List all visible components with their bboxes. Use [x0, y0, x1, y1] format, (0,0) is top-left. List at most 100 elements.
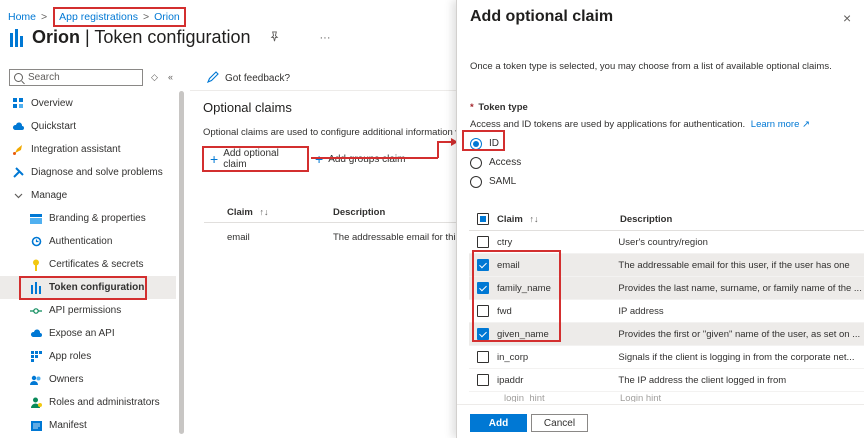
- column-header-claim[interactable]: Claim ↑↓: [227, 207, 269, 218]
- sidebar-item-label: Branding & properties: [49, 213, 146, 224]
- sort-icon: ↑↓: [259, 207, 269, 217]
- sidebar-nav: Overview Quickstart Integration assistan…: [0, 92, 176, 437]
- sidebar-item-expose-api[interactable]: Expose an API: [0, 322, 176, 345]
- breadcrumb: Home > App registrations > Orion: [8, 7, 186, 27]
- row-checkbox[interactable]: [477, 351, 489, 363]
- page-title-row: Orion | Token configuration ···: [10, 27, 331, 48]
- column-header-description: Description: [333, 207, 386, 218]
- search-placeholder: Search: [28, 72, 60, 83]
- sidebar-group-manage[interactable]: Manage: [0, 184, 176, 207]
- claim-name: login_hint: [504, 393, 545, 402]
- sidebar-item-quickstart[interactable]: Quickstart: [0, 115, 176, 138]
- sidebar-item-certificates[interactable]: Certificates & secrets: [0, 253, 176, 276]
- breadcrumb-separator: >: [41, 11, 48, 23]
- sidebar-item-roles-admins[interactable]: Roles and administrators: [0, 391, 176, 414]
- settings-icon[interactable]: ◇: [151, 72, 158, 83]
- claim-description: Provides the last name, surname, or fami…: [618, 282, 862, 294]
- selected-claims-highlight: [472, 250, 561, 342]
- cloud-icon: [12, 121, 24, 133]
- claim-description: Login hint: [620, 393, 662, 402]
- page-title-divider: |: [85, 27, 90, 47]
- column-header-claim[interactable]: Claim ↑↓: [497, 214, 612, 225]
- learn-more-label: Learn more: [750, 119, 800, 130]
- plus-icon: +: [315, 151, 324, 167]
- refresh-icon: [30, 236, 42, 248]
- collapse-icon[interactable]: «: [168, 72, 173, 82]
- table-row[interactable]: ipaddr The IP address the client logged …: [469, 369, 864, 392]
- token-type-description: Access and ID tokens are used by applica…: [470, 119, 810, 130]
- table-row[interactable]: in_corp Signals if the client is logging…: [469, 346, 864, 369]
- breadcrumb-home[interactable]: Home: [8, 11, 36, 23]
- sidebar-item-branding[interactable]: Branding & properties: [0, 207, 176, 230]
- add-optional-claim-panel: Add optional claim × Once a token type i…: [456, 0, 864, 438]
- token-configuration-highlight: [19, 276, 147, 300]
- page-title-page: Token configuration: [94, 27, 251, 47]
- sidebar-item-diagnose[interactable]: Diagnose and solve problems: [0, 161, 176, 184]
- learn-more-link[interactable]: Learn more ↗: [751, 119, 810, 130]
- sidebar-item-authentication[interactable]: Authentication: [0, 230, 176, 253]
- claim-name: ctry: [497, 236, 513, 248]
- add-button[interactable]: Add: [470, 414, 527, 432]
- grid-icon: [12, 98, 24, 110]
- page-title-app: Orion: [32, 27, 80, 47]
- pin-icon[interactable]: [269, 30, 280, 45]
- breadcrumb-app-registrations[interactable]: App registrations: [59, 11, 138, 23]
- section-description: Optional claims are used to configure ad…: [203, 127, 463, 138]
- row-checkbox[interactable]: [477, 236, 489, 248]
- cloud-icon: [30, 328, 42, 340]
- claim-description: Provides the first or "given" name of th…: [618, 328, 861, 340]
- breadcrumb-app[interactable]: Orion: [154, 11, 180, 23]
- claim-description: The addressable email for this user, if …: [618, 259, 850, 271]
- add-optional-claim-button[interactable]: + Add optional claim: [202, 146, 309, 172]
- claim-description: The IP address the client logged in from: [618, 374, 787, 386]
- sidebar-item-label: Certificates & secrets: [49, 259, 144, 270]
- sidebar-item-overview[interactable]: Overview: [0, 92, 176, 115]
- feedback-icon: [206, 71, 219, 86]
- sidebar-item-manifest[interactable]: Manifest: [0, 414, 176, 437]
- sidebar-item-integration-assistant[interactable]: Integration assistant: [0, 138, 176, 161]
- id-option-highlight: [462, 130, 505, 151]
- column-header-label: Claim: [497, 213, 523, 225]
- sidebar-item-label: Expose an API: [49, 328, 115, 339]
- radio-access[interactable]: Access: [470, 153, 521, 172]
- table-row-partial: login_hint Login hint: [469, 392, 864, 402]
- search-input[interactable]: Search: [9, 69, 143, 86]
- sidebar-item-label: Integration assistant: [31, 144, 121, 155]
- search-icon: [14, 73, 23, 82]
- sidebar-item-token-configuration[interactable]: Token configuration: [0, 276, 176, 300]
- manifest-icon: [30, 420, 42, 432]
- claim-description: Signals if the client is logging in from…: [618, 351, 855, 363]
- close-icon[interactable]: ×: [843, 10, 851, 26]
- key-icon: [30, 259, 42, 271]
- sidebar-item-label: Quickstart: [31, 121, 77, 132]
- sidebar-item-owners[interactable]: Owners: [0, 368, 176, 391]
- sidebar-item-label: Owners: [49, 374, 84, 385]
- wrench-icon: [12, 167, 24, 179]
- api-icon: [30, 305, 42, 317]
- sidebar-item-label: Manifest: [49, 420, 87, 431]
- radio-saml[interactable]: SAML: [470, 172, 521, 191]
- token-type-text: Token type: [478, 102, 528, 113]
- panel-title: Add optional claim: [470, 8, 614, 25]
- rocket-icon: [12, 144, 24, 156]
- table-divider: [204, 222, 460, 223]
- cancel-button[interactable]: Cancel: [531, 414, 588, 432]
- row-checkbox[interactable]: [477, 374, 489, 386]
- section-title: Optional claims: [203, 100, 292, 115]
- claims-table-header: Claim ↑↓ Description: [469, 210, 864, 228]
- sidebar-item-app-roles[interactable]: App roles: [0, 345, 176, 368]
- more-icon[interactable]: ···: [320, 32, 331, 44]
- token-icon: [10, 28, 23, 47]
- breadcrumb-highlight: App registrations > Orion: [53, 7, 186, 27]
- feedback-label: Got feedback?: [225, 73, 291, 84]
- sidebar-scrollbar[interactable]: [179, 91, 184, 434]
- select-all-checkbox[interactable]: [477, 213, 489, 225]
- divider: [190, 90, 460, 91]
- sidebar-item-label: Diagnose and solve problems: [31, 167, 163, 178]
- add-groups-claim-button[interactable]: + Add groups claim: [309, 146, 411, 172]
- chevron-down-icon: [12, 190, 24, 202]
- sidebar-item-api-permissions[interactable]: API permissions: [0, 299, 176, 322]
- sidebar-item-label: Overview: [31, 98, 73, 109]
- feedback-button[interactable]: Got feedback?: [206, 71, 291, 86]
- plus-icon: +: [210, 151, 219, 167]
